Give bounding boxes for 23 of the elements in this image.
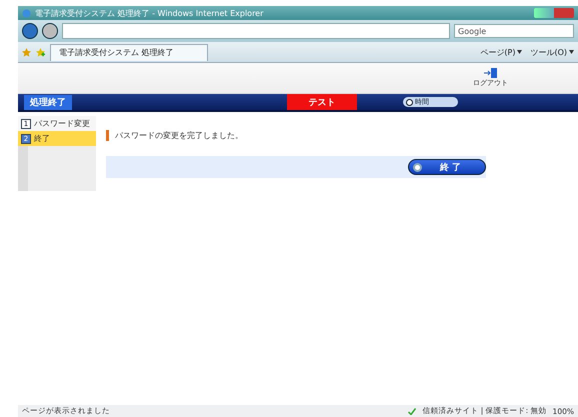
back-button[interactable] — [22, 23, 38, 39]
finish-button[interactable]: 終 了 — [408, 159, 486, 175]
browser-tab[interactable]: 電子請求受付システム 処理終了 — [50, 44, 208, 60]
menu-button[interactable]: ページ(P) — [480, 46, 522, 58]
check-icon — [408, 408, 416, 414]
search-field[interactable]: Google — [454, 24, 574, 38]
address-field[interactable] — [62, 23, 450, 39]
page-title: 処理終了 — [24, 94, 72, 110]
step-label: 終了 — [34, 133, 50, 144]
window-controls[interactable] — [534, 8, 574, 18]
step-label: パスワード変更 — [34, 118, 90, 129]
clock-icon — [406, 98, 413, 106]
browser-icon — [22, 8, 31, 18]
menu-button[interactable]: ツール(O) — [530, 46, 574, 58]
caret-icon — [569, 50, 574, 54]
window-title: 電子請求受付システム 処理終了 - Windows Internet Explorer — [35, 8, 264, 18]
environment-label: テスト — [287, 94, 357, 110]
caret-icon — [517, 50, 522, 54]
door-icon — [484, 68, 498, 78]
add-favorite-icon[interactable] — [36, 48, 45, 56]
star-icon[interactable] — [22, 48, 31, 56]
forward-button[interactable] — [42, 23, 58, 39]
completion-message: パスワードの変更を完了しました。 — [106, 130, 243, 141]
